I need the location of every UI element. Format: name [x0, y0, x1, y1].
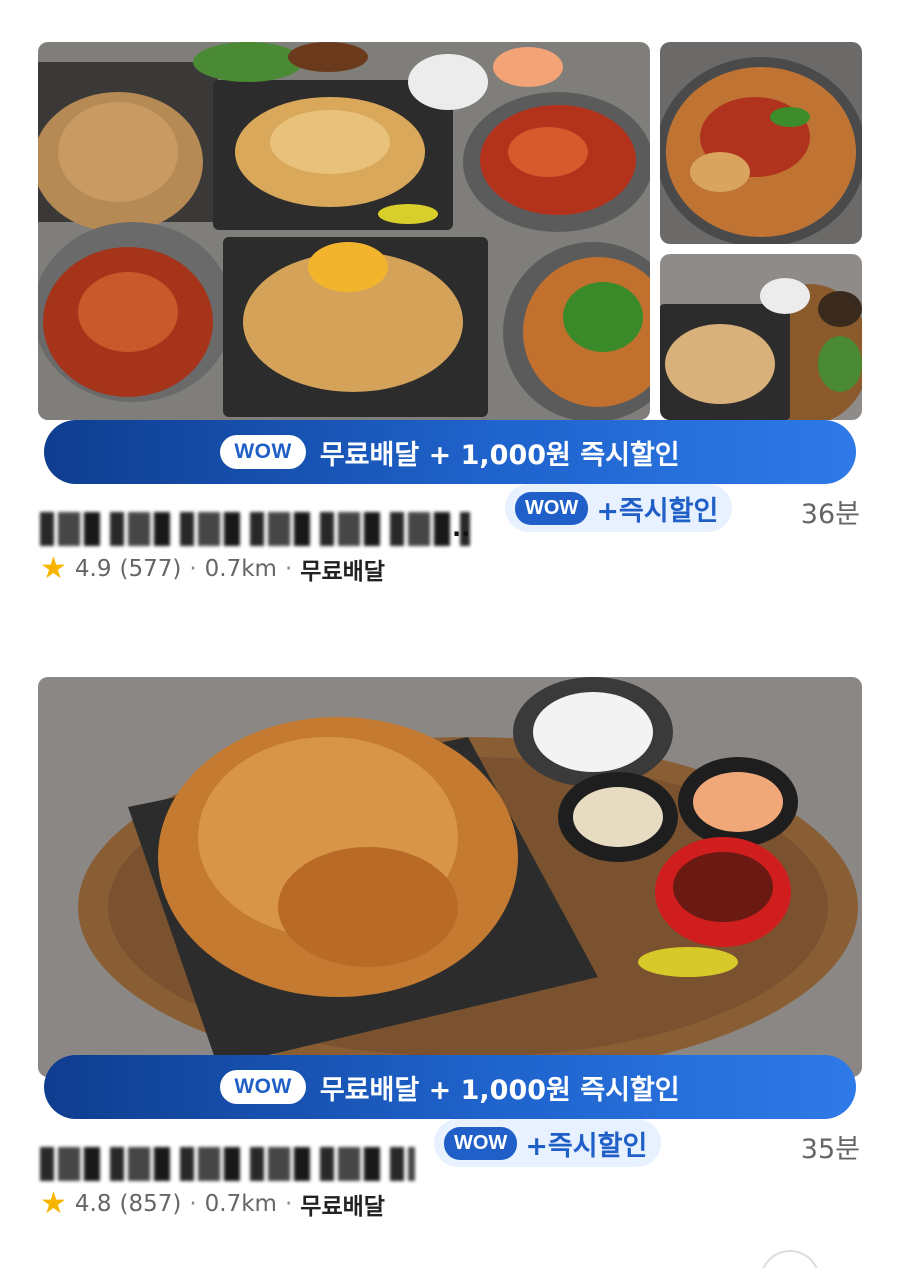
restaurant-card[interactable]: WOW 무료배달 + 1,000원 즉시할인 .. WOW +즉시할인 36분 … — [0, 42, 900, 594]
wow-discount-chip: WOW +즉시할인 — [434, 1119, 662, 1167]
star-icon: ★ — [40, 1186, 67, 1221]
main-food-image — [38, 42, 650, 420]
wow-badge: WOW — [444, 1126, 518, 1160]
delivery-fee: 무료배달 — [300, 559, 385, 585]
food-image-gallery[interactable] — [38, 42, 862, 442]
main-food-image — [38, 677, 862, 1077]
review-count: (857) — [119, 1191, 182, 1217]
separator: · — [284, 1191, 293, 1217]
scroll-to-top-button[interactable] — [760, 1250, 820, 1268]
delivery-time: 36분 — [800, 499, 860, 530]
restaurant-banner[interactable]: WOW 무료배달 + 1,000원 즉시할인 — [38, 42, 862, 484]
review-count: (577) — [119, 556, 182, 582]
star-icon: ★ — [40, 551, 67, 586]
food-image-gallery[interactable] — [38, 677, 862, 1077]
restaurant-info[interactable]: WOW +즉시할인 35분 ★ 4.8 (857) · 0.7km · 무료배달 — [0, 1109, 900, 1229]
restaurant-meta: ★ 4.8 (857) · 0.7km · 무료배달 — [40, 1187, 385, 1221]
promo-text: 무료배달 + 1,000원 즉시할인 — [319, 1074, 680, 1106]
rating-value: 4.9 — [74, 556, 112, 582]
promo-text: 무료배달 + 1,000원 즉시할인 — [319, 439, 680, 471]
wow-badge: WOW — [515, 491, 589, 525]
delivery-fee: 무료배달 — [300, 1194, 385, 1220]
rating-value: 4.8 — [74, 1191, 112, 1217]
restaurant-feed: WOW 무료배달 + 1,000원 즉시할인 .. WOW +즉시할인 36분 … — [0, 0, 900, 1268]
separator: · — [189, 556, 197, 582]
wow-badge: WOW — [220, 1070, 306, 1104]
restaurant-name-redacted — [40, 1147, 415, 1181]
instant-discount-label: +즉시할인 — [525, 1130, 648, 1162]
distance: 0.7km — [204, 556, 277, 582]
delivery-time: 35분 — [800, 1134, 860, 1165]
separator: · — [189, 1191, 197, 1217]
distance: 0.7km — [204, 1191, 277, 1217]
wow-discount-chip: WOW +즉시할인 — [505, 484, 733, 532]
side-food-image-top — [660, 42, 862, 244]
wow-badge: WOW — [220, 435, 306, 469]
restaurant-card[interactable]: WOW 무료배달 + 1,000원 즉시할인 WOW +즉시할인 35분 ★ 4… — [0, 677, 900, 1229]
side-food-image-bottom — [660, 254, 862, 420]
restaurant-info[interactable]: .. WOW +즉시할인 36분 ★ 4.9 (577) · 0.7km · 무… — [0, 474, 900, 594]
separator: · — [284, 556, 293, 582]
instant-discount-label: +즉시할인 — [596, 495, 719, 527]
restaurant-banner[interactable]: WOW 무료배달 + 1,000원 즉시할인 — [38, 677, 862, 1119]
restaurant-name-redacted — [40, 512, 470, 546]
restaurant-name-suffix: .. — [452, 514, 471, 542]
restaurant-meta: ★ 4.9 (577) · 0.7km · 무료배달 — [40, 552, 385, 586]
